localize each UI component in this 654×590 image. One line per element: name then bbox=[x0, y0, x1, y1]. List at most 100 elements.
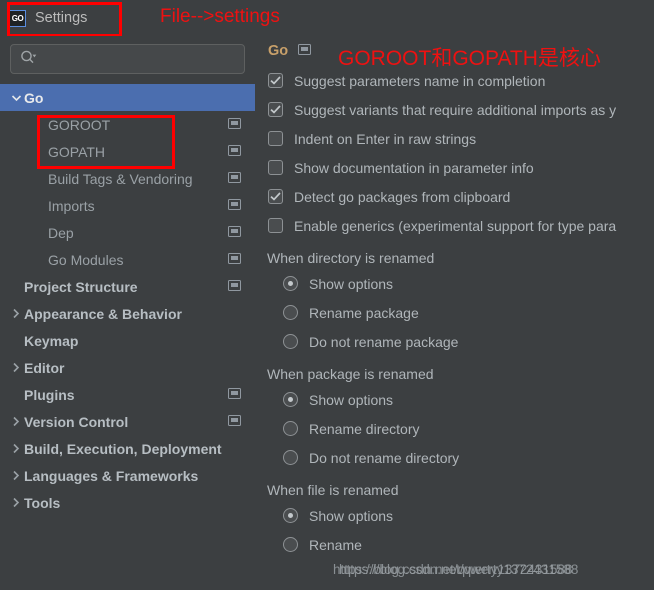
checkbox-row-detect-go-packages[interactable]: Detect go packages from clipboard bbox=[255, 182, 654, 211]
radio-row-file-rename[interactable]: Rename bbox=[255, 530, 654, 559]
radio-unselected-icon[interactable] bbox=[283, 450, 298, 465]
sidebar-item-build-execution-deployment[interactable]: Build, Execution, Deployment bbox=[0, 435, 255, 462]
checkbox-unchecked-icon[interactable] bbox=[268, 131, 283, 146]
sidebar-item-label: Build, Execution, Deployment bbox=[24, 440, 222, 457]
radio-unselected-icon[interactable] bbox=[283, 334, 298, 349]
sidebar-item-dep[interactable]: Dep bbox=[0, 219, 255, 246]
sidebar-item-version-control[interactable]: Version Control bbox=[0, 408, 255, 435]
settings-main-panel: Go Suggest parameters name in completion… bbox=[255, 36, 654, 590]
radio-unselected-icon[interactable] bbox=[283, 537, 298, 552]
watermark-url-duplicate: https://blog.csdn.net/qwerty1372431588 bbox=[339, 562, 579, 577]
sidebar-item-tools[interactable]: Tools bbox=[0, 489, 255, 516]
annotation-file-settings: File-->settings bbox=[160, 6, 280, 27]
checkbox-unchecked-icon[interactable] bbox=[268, 160, 283, 175]
checkbox-label: Detect go packages from clipboard bbox=[294, 188, 511, 205]
radio-row-directory-show-options[interactable]: Show options bbox=[255, 269, 654, 298]
radio-row-directory-rename-package[interactable]: Rename package bbox=[255, 298, 654, 327]
checkbox-row-suggest-variants[interactable]: Suggest variants that require additional… bbox=[255, 95, 654, 124]
sidebar-item-languages-frameworks[interactable]: Languages & Frameworks bbox=[0, 462, 255, 489]
search-icon bbox=[20, 50, 37, 69]
sidebar-item-go-modules[interactable]: Go Modules bbox=[0, 246, 255, 273]
project-setting-icon bbox=[228, 386, 241, 404]
chevron-right-icon[interactable] bbox=[8, 470, 24, 481]
group-label-when-file-is-renamed: When file is renamed bbox=[267, 482, 399, 498]
checkbox-checked-icon[interactable] bbox=[268, 102, 283, 117]
settings-window: GO Settings File-->settings Go GOROOT GO… bbox=[0, 0, 654, 590]
annotation-box-settings-title bbox=[7, 2, 122, 37]
project-setting-icon bbox=[228, 413, 241, 431]
radio-label: Do not rename directory bbox=[309, 449, 460, 466]
radio-label: Show options bbox=[309, 275, 394, 292]
project-setting-icon bbox=[228, 197, 241, 215]
sidebar-item-label: Build Tags & Vendoring bbox=[48, 170, 193, 187]
sidebar-item-editor[interactable]: Editor bbox=[0, 354, 255, 381]
sidebar-item-plugins[interactable]: Plugins bbox=[0, 381, 255, 408]
sidebar-item-label: Go bbox=[24, 89, 44, 106]
project-setting-icon bbox=[228, 116, 241, 134]
radio-label: Show options bbox=[309, 507, 394, 524]
project-setting-icon bbox=[228, 224, 241, 242]
radio-selected-icon[interactable] bbox=[283, 392, 298, 407]
project-setting-icon bbox=[228, 170, 241, 188]
project-setting-icon bbox=[228, 251, 241, 269]
sidebar-item-label: Keymap bbox=[24, 332, 79, 349]
sidebar-item-label: Version Control bbox=[24, 413, 129, 430]
checkbox-unchecked-icon[interactable] bbox=[268, 218, 283, 233]
checkbox-row-show-documentation[interactable]: Show documentation in parameter info bbox=[255, 153, 654, 182]
radio-row-package-do-not-rename-directory[interactable]: Do not rename directory bbox=[255, 443, 654, 472]
sidebar-item-label: Tools bbox=[24, 494, 61, 511]
radio-label: Show options bbox=[309, 391, 394, 408]
sidebar-item-keymap[interactable]: Keymap bbox=[0, 327, 255, 354]
sidebar-item-build-tags-vendoring[interactable]: Build Tags & Vendoring bbox=[0, 165, 255, 192]
checkbox-row-enable-generics[interactable]: Enable generics (experimental support fo… bbox=[255, 211, 654, 240]
sidebar-item-label: Editor bbox=[24, 359, 65, 376]
chevron-right-icon[interactable] bbox=[8, 362, 24, 373]
sidebar-item-appearance-behavior[interactable]: Appearance & Behavior bbox=[0, 300, 255, 327]
radio-row-package-show-options[interactable]: Show options bbox=[255, 385, 654, 414]
search-input[interactable] bbox=[37, 50, 244, 68]
search-container bbox=[0, 36, 255, 82]
sidebar-item-label: Languages & Frameworks bbox=[24, 467, 199, 484]
chevron-down-icon[interactable] bbox=[8, 94, 24, 102]
search-box[interactable] bbox=[10, 44, 245, 74]
checkbox-label: Suggest variants that require additional… bbox=[294, 101, 617, 118]
sidebar-item-label: Imports bbox=[48, 197, 95, 214]
checkbox-label: Show documentation in parameter info bbox=[294, 159, 534, 176]
sidebar-item-go[interactable]: Go bbox=[0, 84, 255, 111]
checkbox-label: Enable generics (experimental support fo… bbox=[294, 217, 617, 234]
chevron-right-icon[interactable] bbox=[8, 308, 24, 319]
sidebar-item-label: Go Modules bbox=[48, 251, 124, 268]
radio-selected-icon[interactable] bbox=[283, 508, 298, 523]
radio-label: Rename directory bbox=[309, 420, 420, 437]
radio-selected-icon[interactable] bbox=[283, 276, 298, 291]
project-setting-icon bbox=[298, 42, 312, 60]
radio-unselected-icon[interactable] bbox=[283, 421, 298, 436]
project-setting-icon bbox=[228, 143, 241, 161]
annotation-box-goroot-gopath bbox=[37, 115, 175, 169]
checkbox-label: Suggest parameters name in completion bbox=[294, 72, 546, 89]
page-title: Go bbox=[268, 43, 289, 59]
radio-row-package-rename-directory[interactable]: Rename directory bbox=[255, 414, 654, 443]
checkbox-row-indent-on-enter[interactable]: Indent on Enter in raw strings bbox=[255, 124, 654, 153]
checkbox-checked-icon[interactable] bbox=[268, 73, 283, 88]
radio-unselected-icon[interactable] bbox=[283, 305, 298, 320]
group-label-when-package-is-renamed: When package is renamed bbox=[267, 366, 434, 382]
chevron-right-icon[interactable] bbox=[8, 497, 24, 508]
sidebar-item-label: Appearance & Behavior bbox=[24, 305, 182, 322]
chevron-right-icon[interactable] bbox=[8, 416, 24, 427]
annotation-goroot-gopath: GOROOT和GOPATH是核心 bbox=[338, 47, 601, 70]
checkbox-checked-icon[interactable] bbox=[268, 189, 283, 204]
sidebar-item-label: Dep bbox=[48, 224, 74, 241]
radio-row-file-show-options[interactable]: Show options bbox=[255, 501, 654, 530]
sidebar-item-label: Plugins bbox=[24, 386, 75, 403]
group-label-when-directory-is-renamed: When directory is renamed bbox=[267, 250, 435, 266]
radio-label: Do not rename package bbox=[309, 333, 459, 350]
radio-row-directory-do-not-rename-package[interactable]: Do not rename package bbox=[255, 327, 654, 356]
radio-label: Rename package bbox=[309, 304, 419, 321]
project-setting-icon bbox=[228, 278, 241, 296]
sidebar-item-imports[interactable]: Imports bbox=[0, 192, 255, 219]
chevron-right-icon[interactable] bbox=[8, 443, 24, 454]
sidebar-item-project-structure[interactable]: Project Structure bbox=[0, 273, 255, 300]
sidebar-item-label: Project Structure bbox=[24, 278, 138, 295]
radio-label: Rename bbox=[309, 536, 362, 553]
